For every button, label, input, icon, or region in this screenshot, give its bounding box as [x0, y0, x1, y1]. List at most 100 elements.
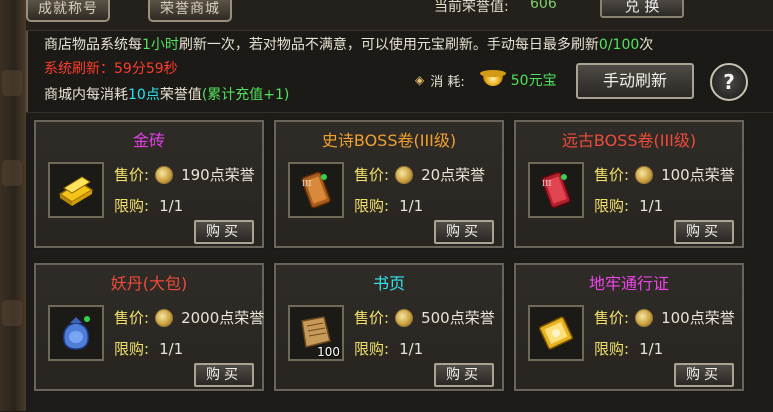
item-slot[interactable]: III: [528, 162, 584, 218]
limit-label: 限购:: [354, 340, 390, 358]
info-text: 商店物品系统每: [44, 37, 142, 53]
limit-line: 限购: 1/1: [594, 338, 663, 359]
refresh-countdown: 系统刷新：59分59秒: [44, 61, 178, 77]
item-price: 100点荣誉: [661, 166, 735, 184]
honor-value: 606: [530, 0, 557, 12]
item-limit: 1/1: [159, 197, 184, 215]
gold-brick-icon: [58, 176, 94, 206]
honor-coin-icon: [635, 165, 654, 184]
item-limit: 1/1: [159, 340, 184, 358]
tab-achievement-title[interactable]: 成就称号: [26, 0, 110, 22]
info-text: 荣誉值: [159, 87, 202, 103]
item-slot[interactable]: [48, 305, 104, 361]
price-label: 售价:: [594, 166, 630, 184]
border-ornament: [2, 300, 22, 326]
item-limit: 1/1: [639, 340, 664, 358]
info-text: 刷新一次，若对物品不满意，可以使用元宝刷新。手动每日最多刷新: [178, 37, 599, 53]
price-line: 售价: 100点荣誉: [594, 164, 735, 185]
manual-refresh-button[interactable]: 手动刷新: [576, 63, 694, 99]
price-line: 售价: 500点荣誉: [354, 307, 495, 328]
refresh-info-line: 商店物品系统每1小时刷新一次，若对物品不满意，可以使用元宝刷新。手动每日最多刷新…: [44, 34, 653, 54]
cost-label: 消 耗:: [430, 74, 465, 90]
price-label: 售价:: [354, 309, 390, 327]
tab-honor-shop[interactable]: 荣誉商城: [148, 0, 232, 22]
item-name: 地牢通行证: [588, 274, 669, 293]
item-price: 500点荣誉: [421, 309, 495, 327]
shop-item-card: 史诗BOSS卷(III级) III 售价: 20点荣誉 限购: 1/1 购买: [273, 119, 505, 249]
buy-button[interactable]: 购买: [194, 220, 254, 244]
item-name: 书页: [372, 274, 405, 293]
refresh-interval: 1小时: [142, 37, 179, 53]
item-slot[interactable]: [48, 162, 104, 218]
honor-coin-icon: [635, 308, 654, 327]
consumption-info-line: 商城内每消耗10点荣誉值(累计充值+1): [44, 84, 289, 104]
price-line: 售价: 190点荣誉: [114, 164, 255, 185]
item-limit: 1/1: [399, 197, 424, 215]
item-slot[interactable]: 100: [288, 305, 344, 361]
item-price: 20点荣誉: [421, 166, 486, 184]
limit-line: 限购: 1/1: [114, 338, 183, 359]
left-border: [0, 0, 28, 411]
price-label: 售价:: [594, 309, 630, 327]
limit-line: 限购: 1/1: [594, 195, 663, 216]
buy-button[interactable]: 购买: [194, 363, 254, 387]
svg-text:III: III: [542, 179, 551, 188]
recharge-bonus: (累计充值+1): [201, 87, 290, 103]
limit-line: 限购: 1/1: [114, 195, 183, 216]
refresh-count: 0/100: [598, 37, 640, 53]
price-line: 售价: 2000点荣誉: [114, 307, 264, 328]
item-slot[interactable]: [528, 305, 584, 361]
border-ornament: [2, 70, 22, 96]
item-name: 史诗BOSS卷(III级): [321, 131, 457, 150]
honor-coin-icon: [395, 165, 414, 184]
price-label: 售价:: [354, 166, 390, 184]
svg-text:III: III: [302, 179, 311, 188]
diamond-icon: ◈: [415, 73, 425, 87]
item-price: 190点荣誉: [181, 166, 255, 184]
item-name: 妖丹(大包): [110, 274, 188, 293]
stack-count: 100: [317, 345, 340, 359]
honor-label: 当前荣誉值:: [434, 0, 509, 15]
buy-button[interactable]: 购买: [674, 220, 734, 244]
limit-line: 限购: 1/1: [354, 195, 423, 216]
help-icon[interactable]: ?: [710, 63, 748, 101]
limit-label: 限购:: [114, 197, 150, 215]
yuanbao-icon: [479, 70, 506, 86]
dungeon-pass-icon: [539, 316, 573, 350]
info-text: 次: [639, 37, 654, 53]
buy-button[interactable]: 购买: [434, 363, 494, 387]
price-label: 售价:: [114, 166, 150, 184]
shop-item-card: 远古BOSS卷(III级) III 售价: 100点荣誉 限购: 1/1 购买: [513, 119, 745, 249]
price-label: 售价:: [114, 309, 150, 327]
item-price: 2000点荣誉: [181, 309, 265, 327]
cost-amount: 50元宝: [510, 73, 557, 89]
boss-scroll-icon: III: [301, 171, 331, 209]
price-line: 售价: 100点荣誉: [594, 307, 735, 328]
consume-points: 10点: [128, 87, 160, 103]
item-name: 远古BOSS卷(III级): [561, 131, 697, 150]
item-limit: 1/1: [399, 340, 424, 358]
limit-label: 限购:: [114, 340, 150, 358]
buy-button[interactable]: 购买: [674, 363, 734, 387]
exchange-button[interactable]: 兑 换: [600, 0, 684, 18]
pill-bag-icon: [63, 316, 90, 350]
border-ornament: [2, 160, 22, 186]
shop-item-card: 金砖 售价: 190点荣誉 限购: 1/1 购买: [33, 119, 265, 249]
limit-label: 限购:: [594, 197, 630, 215]
buy-button[interactable]: 购买: [434, 220, 494, 244]
shop-item-card: 书页 100 售价: 500点荣誉 限购: 1/1 购买: [273, 262, 505, 392]
shop-item-card: 地牢通行证 售价: 100点荣誉 限购: 1/1 购买: [513, 262, 745, 392]
honor-coin-icon: [155, 308, 174, 327]
item-slot[interactable]: III: [288, 162, 344, 218]
item-limit: 1/1: [639, 197, 664, 215]
red-boss-scroll-icon: III: [541, 171, 571, 209]
honor-coin-icon: [155, 165, 174, 184]
limit-label: 限购:: [354, 197, 390, 215]
honor-coin-icon: [395, 308, 414, 327]
item-name: 金砖: [132, 131, 165, 150]
price-line: 售价: 20点荣誉: [354, 164, 485, 185]
shop-item-card: 妖丹(大包) 售价: 2000点荣誉 限购: 1/1 购买: [33, 262, 265, 392]
info-text: 商城内每消耗: [44, 87, 128, 103]
refresh-cost: ◈ 消 耗: 50元宝: [415, 70, 557, 90]
limit-label: 限购:: [594, 340, 630, 358]
